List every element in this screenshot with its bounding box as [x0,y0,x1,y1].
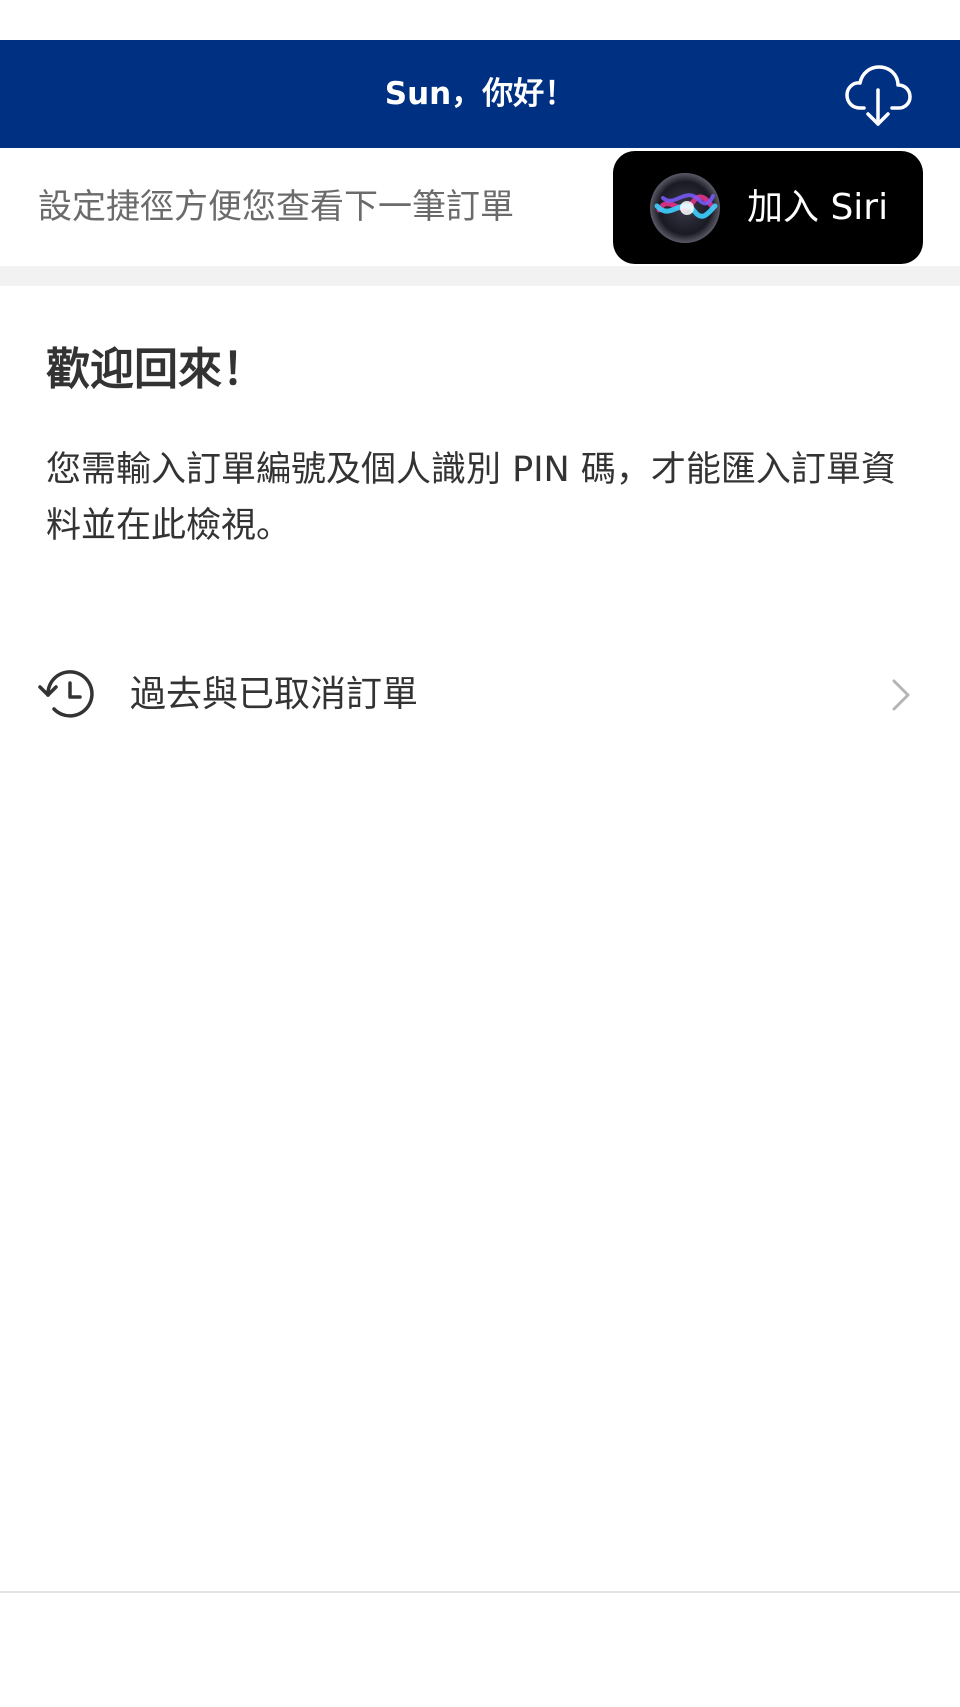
greeting-title: Sun，你好！ [384,76,576,112]
status-bar [0,0,960,40]
section-divider [0,266,960,286]
add-to-siri-button[interactable]: 加入 Siri [613,151,923,264]
top-header: Sun，你好！ [0,40,960,148]
welcome-description: 您需輸入訂單編號及個人識別 PIN 碼，才能匯入訂單資料並在此檢視。 [46,450,896,546]
cloud-download-button[interactable] [842,60,914,132]
cloud-download-icon [845,65,912,126]
past-cancelled-orders-row[interactable]: 過去與已取消訂單 [0,650,960,740]
add-to-siri-label: 加入 Siri [747,187,889,228]
history-clock-icon [38,670,94,718]
siri-orb-icon [650,173,720,243]
bottom-divider [0,1591,960,1593]
past-cancelled-orders-label: 過去與已取消訂單 [130,674,419,715]
chevron-right-icon [892,679,910,711]
siri-prompt-text: 設定捷徑方便您查看下一筆訂單 [38,187,514,227]
siri-shortcut-row: 設定捷徑方便您查看下一筆訂單 加入 Siri [0,148,960,266]
welcome-title: 歡迎回來！ [46,344,266,395]
